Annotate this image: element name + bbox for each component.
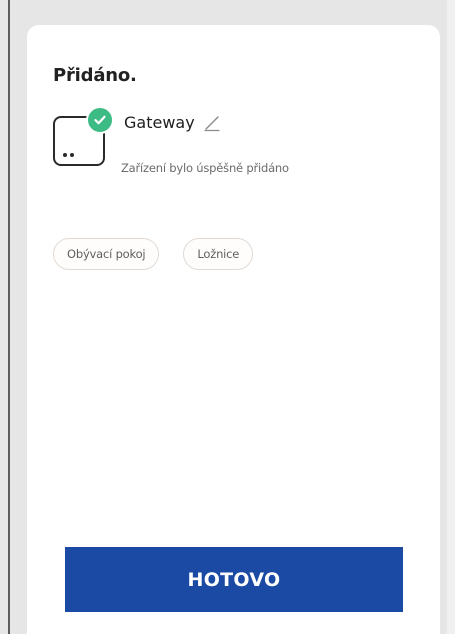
pencil-icon [204, 116, 220, 132]
check-mark-icon [94, 115, 106, 125]
device-dot [63, 153, 67, 157]
screen-background: Přidáno. Gateway Zařízení bylo úspěšně p… [0, 0, 455, 634]
device-dot [70, 153, 74, 157]
left-border [8, 0, 10, 634]
device-icon-wrapper [53, 106, 114, 170]
device-status-text: Zařízení bylo úspěšně přidáno [121, 161, 289, 175]
device-dots [63, 153, 74, 157]
right-border [447, 0, 455, 634]
edit-name-icon[interactable] [203, 114, 221, 132]
check-circle-icon [86, 106, 114, 134]
done-button[interactable]: HOTOVO [65, 547, 403, 612]
device-name: Gateway [124, 113, 195, 132]
room-chip-loznice[interactable]: Ložnice [183, 238, 254, 270]
room-chips: Obývací pokoj Ložnice [53, 238, 254, 270]
page-title: Přidáno. [53, 65, 137, 86]
result-card: Přidáno. Gateway Zařízení bylo úspěšně p… [27, 25, 440, 634]
room-chip-obyvaci-pokoj[interactable]: Obývací pokoj [53, 238, 160, 270]
